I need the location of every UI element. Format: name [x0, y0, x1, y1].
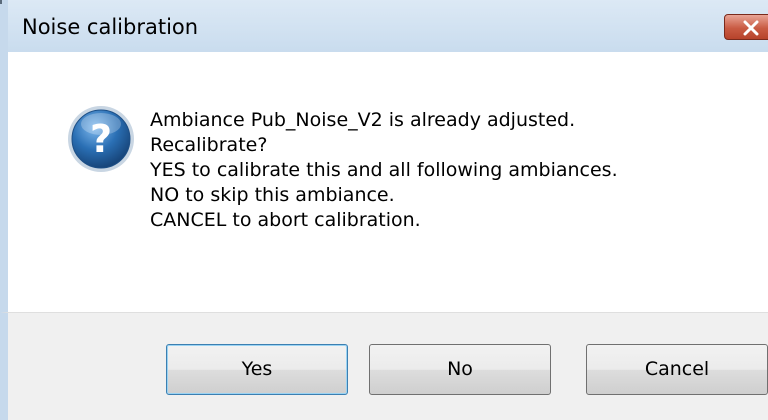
close-button[interactable] [724, 14, 768, 40]
question-icon: ? [68, 106, 134, 172]
message-line: Recalibrate? [150, 134, 268, 156]
close-icon [743, 20, 759, 36]
window-corner [0, 0, 2, 4]
cancel-button[interactable]: Cancel [586, 344, 768, 395]
message-line: YES to calibrate this and all following … [150, 159, 618, 181]
message-line: CANCEL to abort calibration. [150, 209, 421, 231]
no-button[interactable]: No [369, 344, 551, 395]
message-text: Ambiance Pub_Noise_V2 is already adjuste… [150, 108, 618, 233]
message-line: NO to skip this ambiance. [150, 184, 395, 206]
svg-text:?: ? [90, 117, 112, 161]
dialog-window: Noise calibration ? Ambiance Pub_Noise_V… [0, 0, 768, 420]
message-line: Ambiance Pub_Noise_V2 is already adjuste… [150, 109, 576, 131]
yes-button[interactable]: Yes [166, 344, 348, 395]
title-bar[interactable]: Noise calibration [0, 0, 768, 52]
button-bar: Yes No Cancel [0, 312, 768, 420]
window-title: Noise calibration [22, 15, 199, 39]
message-area: ? Ambiance Pub_Noise_V2 is already adjus… [0, 52, 768, 312]
